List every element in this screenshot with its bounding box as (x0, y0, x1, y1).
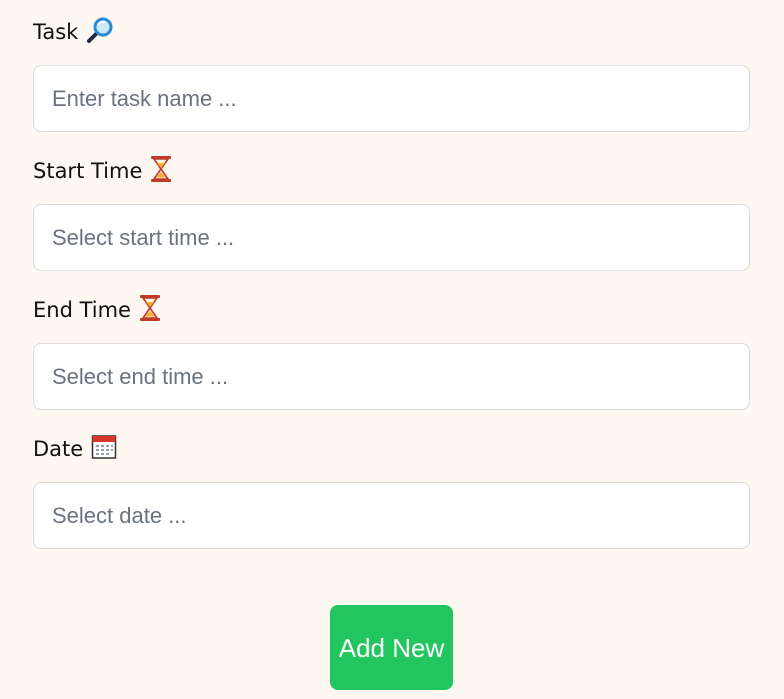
task-form: Task Start Time (33, 0, 750, 549)
task-group: Task (33, 16, 750, 132)
start-time-label: Start Time (33, 155, 750, 188)
calendar-icon (91, 434, 117, 465)
end-time-input[interactable] (33, 343, 750, 410)
add-new-button[interactable]: Add New (330, 605, 453, 690)
hourglass-icon (139, 294, 161, 327)
hourglass-icon (150, 155, 172, 188)
date-input[interactable] (33, 482, 750, 549)
date-group: Date (33, 434, 750, 549)
end-time-group: End Time (33, 294, 750, 410)
end-time-label: End Time (33, 294, 750, 327)
task-label: Task (33, 16, 750, 49)
date-label: Date (33, 434, 750, 465)
task-input[interactable] (33, 65, 750, 132)
start-time-input[interactable] (33, 204, 750, 271)
start-time-group: Start Time (33, 155, 750, 271)
magnifier-icon (86, 16, 114, 49)
